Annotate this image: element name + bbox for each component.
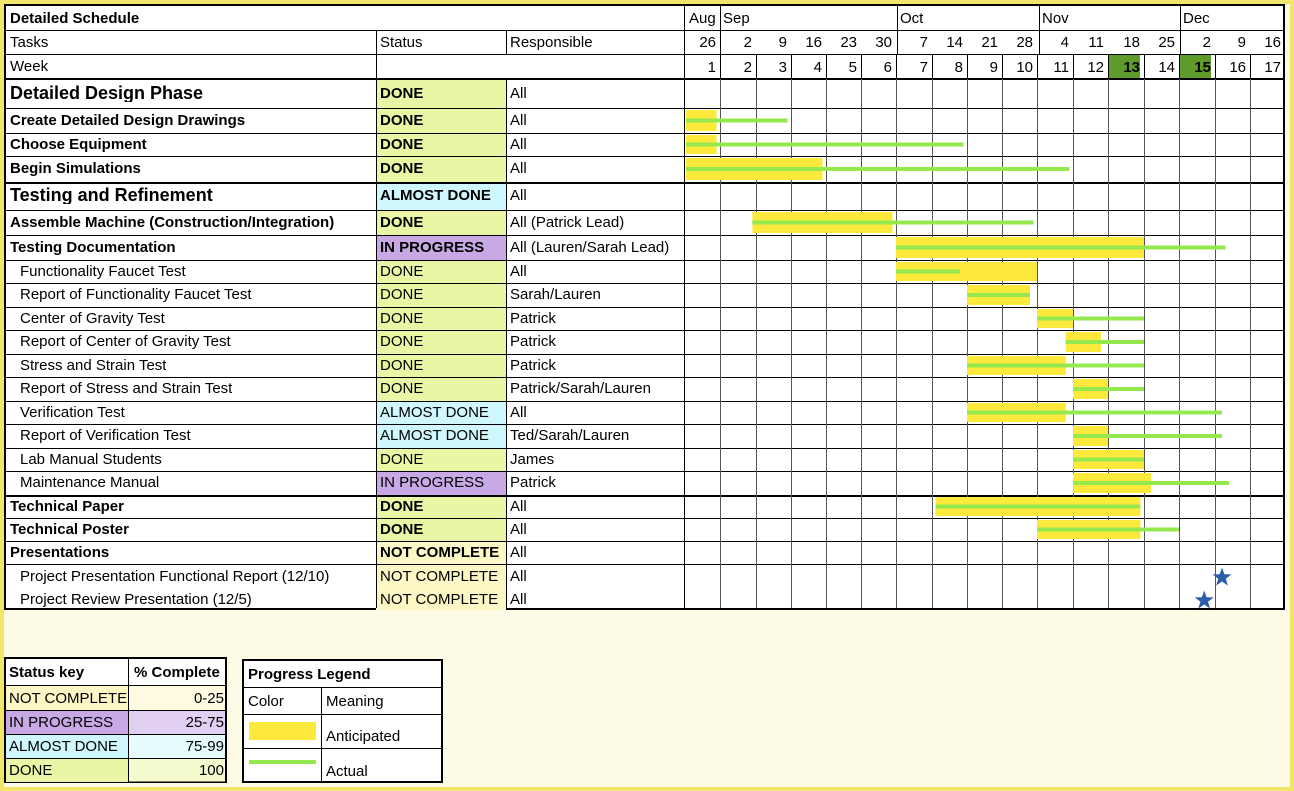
actual-swatch: [249, 760, 316, 764]
gantt-chart: [686, 110, 1232, 609]
legend-anticipated-label: Anticipated: [326, 729, 401, 744]
actual-bar: [1065, 340, 1144, 344]
actual-bar: [1073, 434, 1222, 438]
actual-bar: [686, 142, 964, 147]
schedule-sheet: Detailed Schedule Tasks Status Responsib…: [4, 4, 1285, 610]
progress-legend-title: Progress Legend: [248, 667, 371, 682]
actual-bar: [896, 245, 1226, 250]
status-key-label: DONE: [9, 763, 53, 778]
status-key-pct: 100: [198, 763, 224, 778]
actual-bar: [752, 220, 1034, 225]
anticipated-swatch: [249, 722, 316, 740]
milestone-star-icon: [1212, 567, 1232, 586]
actual-bar: [1073, 481, 1229, 485]
legend-color-header: Color: [248, 694, 284, 709]
actual-bar: [1037, 527, 1179, 532]
status-key-pct: 0-25: [193, 691, 224, 706]
actual-bar: [967, 363, 1144, 368]
status-key-header: Status key: [9, 665, 85, 680]
status-key-pct: 25-75: [185, 715, 224, 730]
actual-bar: [935, 504, 1141, 509]
status-key-pct: 75-99: [185, 739, 224, 754]
progress-legend-table: Progress Legend Color Meaning Anticipate…: [242, 659, 443, 783]
actual-bar: [1073, 387, 1144, 391]
actual-bar: [686, 167, 1070, 171]
milestone-star-icon: [1194, 590, 1214, 609]
status-key-label: IN PROGRESS: [9, 715, 114, 730]
status-key-label: ALMOST DONE: [9, 739, 118, 754]
actual-bar: [967, 293, 1030, 297]
status-key-label: NOT COMPLETE: [9, 691, 128, 706]
actual-bar: [967, 410, 1222, 415]
actual-bar: [686, 118, 788, 123]
actual-bar: [1037, 316, 1144, 321]
actual-bar: [1073, 457, 1144, 462]
legend-meaning-header: Meaning: [326, 694, 384, 709]
pct-complete-header: % Complete: [134, 665, 220, 680]
status-key-table: Status key % Complete NOT COMPLETE 0-25 IN…: [4, 657, 227, 783]
legend-actual-label: Actual: [326, 764, 368, 779]
actual-bar: [896, 269, 960, 274]
